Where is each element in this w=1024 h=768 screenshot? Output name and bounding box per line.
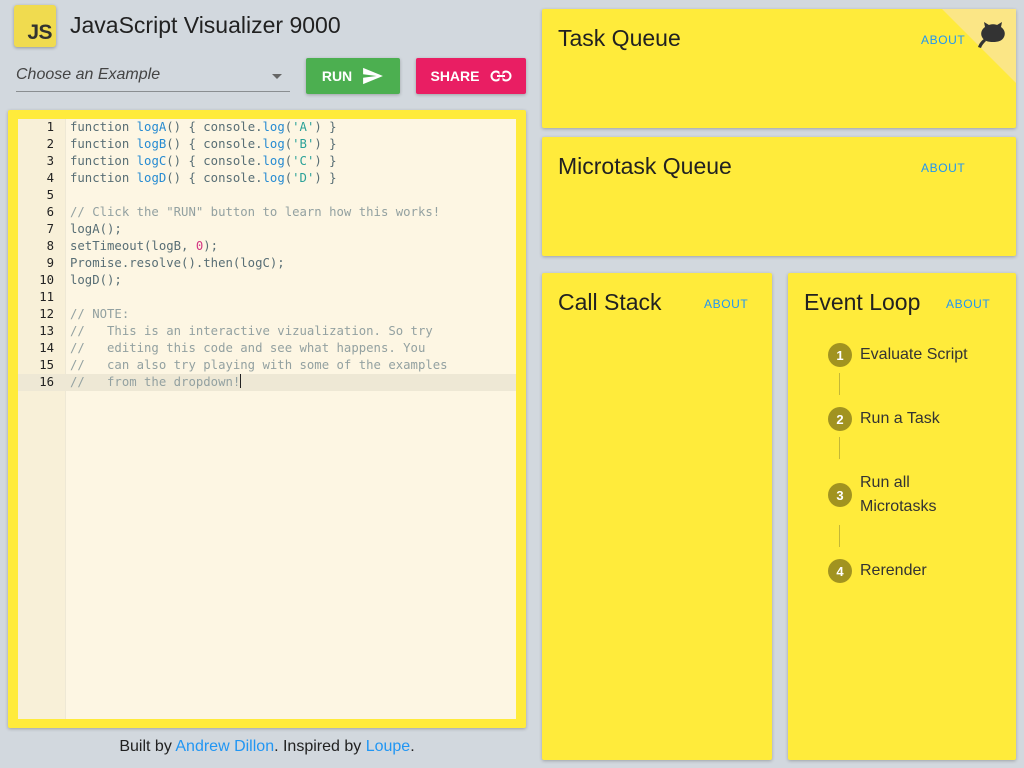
code-line[interactable]: 8 setTimeout(logB, 0);	[18, 238, 516, 255]
line-number: 1	[46, 120, 54, 134]
line-number: 6	[46, 205, 54, 219]
line-number: 15	[39, 358, 54, 372]
code-line[interactable]: 7 logA();	[18, 221, 516, 238]
code-lines[interactable]: 1 function logA() { console.log('A') } 2f…	[18, 119, 516, 391]
line-number: 16	[39, 375, 54, 389]
line-number: 11	[39, 290, 54, 304]
step-label: Rerender	[860, 562, 927, 579]
step-number-badge: 4	[828, 559, 852, 583]
author-link[interactable]: Andrew Dillon	[175, 738, 274, 755]
loupe-link[interactable]: Loupe	[366, 738, 411, 755]
step-number-badge: 3	[828, 483, 852, 507]
line-number: 10	[39, 273, 54, 287]
example-select-placeholder: Choose an Example	[16, 66, 161, 83]
step-number-badge: 2	[828, 407, 852, 431]
event-loop-panel: Event Loop ABOUT 1 Evaluate Script 2 Run…	[788, 273, 1016, 760]
github-octocat-icon	[978, 22, 1005, 48]
line-number: 5	[46, 188, 54, 202]
footer-credits: Built by Andrew Dillon. Inspired by Loup…	[8, 738, 526, 756]
code-line[interactable]: 14// editing this code and see what happ…	[18, 340, 516, 357]
line-number: 2	[46, 137, 54, 151]
step-label: Evaluate Script	[860, 346, 968, 363]
line-number: 8	[46, 239, 54, 253]
line-number: 4	[46, 171, 54, 185]
run-button[interactable]: RUN	[306, 58, 400, 94]
js-logo: JS	[14, 5, 56, 47]
code-line[interactable]: 2 function logB() { console.log('B') }	[18, 136, 516, 153]
code-editor-card: 1 function logA() { console.log('A') } 2f…	[8, 110, 526, 728]
call-stack-panel: Call Stack ABOUT	[542, 273, 772, 760]
logo-text: JS	[27, 21, 52, 44]
code-line[interactable]: 4 function logD() { console.log('D') }	[18, 170, 516, 187]
footer-prefix: Built by	[119, 738, 176, 755]
text-cursor	[240, 374, 242, 388]
share-button-label: SHARE	[430, 68, 480, 84]
code-line[interactable]: 3 function logC() { console.log('C') }	[18, 153, 516, 170]
line-number: 7	[46, 222, 54, 236]
task-queue-title: Task Queue	[558, 25, 681, 51]
microtask-queue-title: Microtask Queue	[558, 153, 732, 179]
code-line[interactable]: 5	[18, 187, 516, 204]
step-number-badge: 1	[828, 343, 852, 367]
line-number: 14	[39, 341, 54, 355]
example-select[interactable]: Choose an Example	[16, 60, 290, 92]
line-number: 12	[39, 307, 54, 321]
step-connector	[839, 373, 840, 395]
microtask-queue-about-link[interactable]: ABOUT	[921, 161, 965, 175]
event-loop-step: 4 Rerender	[828, 559, 980, 583]
code-line[interactable]: 6// Click the "RUN" button to learn how …	[18, 204, 516, 221]
event-loop-step: 3 Run all Microtasks	[828, 471, 960, 519]
step-connector	[839, 437, 840, 459]
github-corner[interactable]	[942, 9, 1016, 83]
event-loop-step: 1 Evaluate Script	[828, 343, 980, 367]
run-button-label: RUN	[321, 68, 353, 84]
event-loop-step: 2 Run a Task	[828, 407, 980, 431]
app-title: JavaScript Visualizer 9000	[70, 12, 341, 38]
microtask-queue-panel: Microtask Queue ABOUT	[542, 137, 1016, 256]
footer-suffix: .	[410, 738, 415, 755]
code-line[interactable]: 12// NOTE:	[18, 306, 516, 323]
code-line[interactable]: 10 logD();	[18, 272, 516, 289]
send-icon	[363, 67, 384, 85]
event-loop-about-link[interactable]: ABOUT	[946, 297, 990, 311]
footer-middle: . Inspired by	[274, 738, 366, 755]
step-label: Run a Task	[860, 410, 940, 427]
call-stack-title: Call Stack	[558, 289, 662, 315]
code-editor[interactable]: 1 function logA() { console.log('A') } 2f…	[18, 119, 516, 719]
code-line[interactable]: 13// This is an interactive vizualizatio…	[18, 323, 516, 340]
call-stack-about-link[interactable]: ABOUT	[704, 297, 748, 311]
code-line[interactable]: 11	[18, 289, 516, 306]
link-icon	[490, 69, 511, 83]
chevron-down-icon	[272, 74, 282, 79]
step-label: Run all Microtasks	[860, 474, 937, 515]
line-number: 3	[46, 154, 54, 168]
code-line-active[interactable]: 16// from the dropdown!	[18, 374, 516, 391]
line-number: 9	[46, 256, 54, 270]
code-line[interactable]: 1 function logA() { console.log('A') }	[18, 119, 516, 136]
line-number: 13	[39, 324, 54, 338]
share-button[interactable]: SHARE	[416, 58, 526, 94]
task-queue-panel: Task Queue ABOUT	[542, 9, 1016, 128]
code-line[interactable]: 15// can also try playing with some of t…	[18, 357, 516, 374]
code-line[interactable]: 9 Promise.resolve().then(logC);	[18, 255, 516, 272]
event-loop-title: Event Loop	[804, 289, 921, 315]
step-connector	[839, 525, 840, 547]
